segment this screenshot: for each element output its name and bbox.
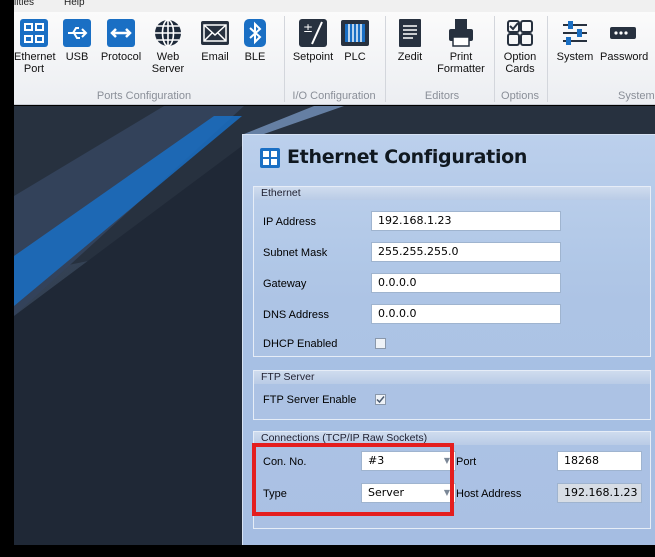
setpoint-button[interactable]: ± Setpoint <box>290 18 336 90</box>
ribbon-toolbar: Ethernet Port USB Protocol Web Server Em… <box>14 12 655 105</box>
dhcp-enabled-checkbox[interactable] <box>375 338 386 349</box>
document-edit-icon <box>399 19 421 47</box>
protocol-icon <box>107 19 135 47</box>
svg-text:±: ± <box>303 21 313 35</box>
ethernet-port-label-1: Ethernet <box>14 51 56 63</box>
ethernet-port-icon <box>20 19 48 47</box>
group-label-editors: Editors <box>424 90 460 102</box>
port-field[interactable]: 18268 <box>557 451 642 471</box>
group-label-io: I/O Configuration <box>292 90 376 102</box>
ethernet-port-button[interactable]: Ethernet Port <box>14 18 56 90</box>
usb-icon <box>63 19 91 47</box>
ip-address-field[interactable]: 192.168.1.23 <box>371 211 561 231</box>
menu-item-help[interactable]: Help <box>64 0 85 8</box>
highlight-box <box>252 443 454 516</box>
ftp-server-group-header: FTP Server <box>254 370 650 384</box>
zedit-button[interactable]: Zedit <box>394 18 426 90</box>
menu-item-utilities[interactable]: lities <box>14 0 34 8</box>
plc-label: PLC <box>344 51 366 63</box>
option-cards-icon <box>507 20 533 46</box>
print-formatter-button[interactable]: Print Formatter <box>434 18 488 90</box>
plc-icon <box>341 20 369 46</box>
option-cards-button[interactable]: Option Cards <box>500 18 540 90</box>
ethernet-port-label-2: Port <box>23 63 45 75</box>
option-cards-label-2: Cards <box>505 63 535 75</box>
web-server-label-1: Web <box>156 51 180 63</box>
globe-icon <box>155 19 181 47</box>
app-window: lities Help Ethernet Port USB Protocol W… <box>0 0 655 557</box>
password-icon <box>610 27 636 39</box>
ethernet-group: Ethernet IP Address 192.168.1.23 Subnet … <box>253 186 651 357</box>
ftp-server-enable-label: FTP Server Enable <box>263 394 357 406</box>
printer-icon <box>449 19 473 47</box>
web-server-label-2: Server <box>151 63 185 75</box>
print-formatter-label-1: Print <box>449 51 473 63</box>
gateway-label: Gateway <box>263 278 307 290</box>
dhcp-enabled-label: DHCP Enabled <box>263 338 338 350</box>
sliders-icon <box>563 21 587 45</box>
subnet-mask-label: Subnet Mask <box>263 247 328 259</box>
subnet-mask-field[interactable]: 255.255.255.0 <box>371 242 561 262</box>
bluetooth-icon <box>244 19 266 47</box>
system-label: System <box>556 51 594 63</box>
ble-button[interactable]: BLE <box>239 18 271 90</box>
host-address-field: 192.168.1.23 <box>557 483 642 503</box>
group-label-system: System <box>618 90 655 102</box>
protocol-label: Protocol <box>100 51 142 63</box>
port-label: Port <box>456 456 477 468</box>
password-label: Password <box>600 51 649 63</box>
gateway-field[interactable]: 0.0.0.0 <box>371 273 561 293</box>
ribbon-separator <box>547 16 548 102</box>
dns-address-label: DNS Address <box>263 309 330 321</box>
print-formatter-label-2: Formatter <box>437 63 485 75</box>
panel-title: Ethernet Configuration <box>260 146 528 168</box>
group-label-options: Options <box>501 90 539 102</box>
ethernet-group-header: Ethernet <box>254 186 650 200</box>
panel-title-text: Ethernet Configuration <box>287 146 528 168</box>
group-label-ports: Ports Configuration <box>96 90 192 102</box>
plc-button[interactable]: PLC <box>340 18 370 90</box>
usb-label: USB <box>65 51 89 63</box>
system-button[interactable]: System <box>554 18 596 90</box>
usb-button[interactable]: USB <box>60 18 94 90</box>
ftp-server-enable-checkbox[interactable] <box>375 394 386 405</box>
protocol-button[interactable]: Protocol <box>100 18 142 90</box>
ip-address-label: IP Address <box>263 216 316 228</box>
host-address-label: Host Address <box>456 488 522 500</box>
option-cards-label-1: Option <box>503 51 537 63</box>
ethernet-port-icon <box>260 148 280 168</box>
check-icon <box>376 396 385 404</box>
dns-address-field[interactable]: 0.0.0.0 <box>371 304 561 324</box>
ble-label: BLE <box>244 51 266 63</box>
ftp-server-group: FTP Server FTP Server Enable <box>253 370 651 420</box>
email-label: Email <box>201 51 229 63</box>
ribbon-separator <box>385 16 386 102</box>
zedit-label: Zedit <box>397 51 423 63</box>
setpoint-icon: ± <box>299 19 327 47</box>
menu-bar: lities Help <box>14 0 655 12</box>
setpoint-label: Setpoint <box>292 51 334 63</box>
email-button[interactable]: Email <box>198 18 232 90</box>
web-server-button[interactable]: Web Server <box>146 18 190 90</box>
envelope-icon <box>201 21 229 45</box>
password-button[interactable]: Password <box>600 18 655 90</box>
